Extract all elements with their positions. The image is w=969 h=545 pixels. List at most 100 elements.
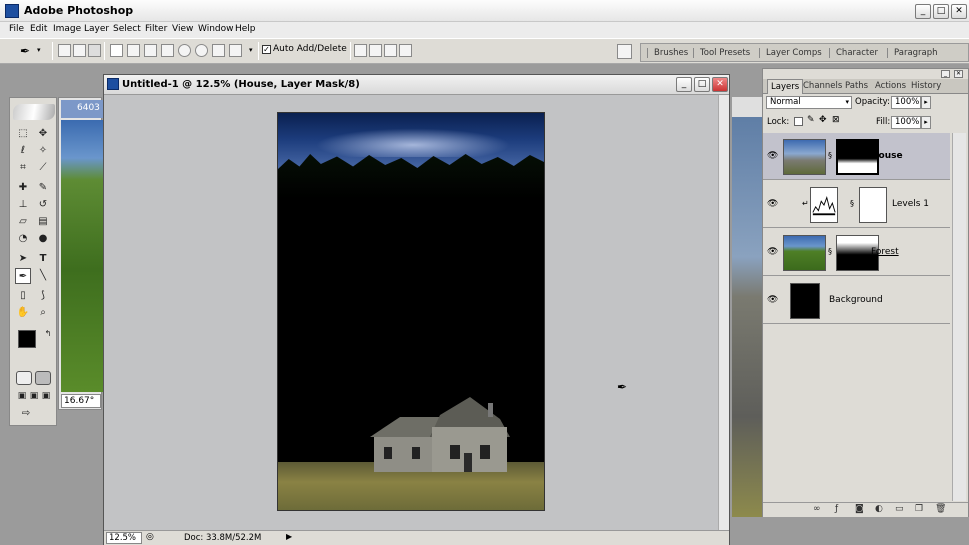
layer-name[interactable]: Background (829, 295, 883, 305)
pen-tool-preset-icon[interactable]: ✒ (20, 44, 30, 58)
layer-thumbnail[interactable] (783, 139, 826, 175)
quick-mask-icon[interactable] (35, 371, 51, 385)
foreground-color-swatch[interactable] (18, 330, 36, 348)
ellipse-tool-icon[interactable] (178, 44, 191, 57)
menu-file[interactable]: File (9, 24, 24, 34)
path-selection-icon[interactable]: ➤ (15, 251, 31, 267)
magic-wand-icon[interactable]: ✧ (35, 143, 51, 159)
well-tool-presets[interactable]: Tool Presets (693, 48, 750, 58)
lock-image-icon[interactable]: ✎ (807, 115, 815, 125)
checkbox-checked-icon[interactable]: ✓ (262, 45, 271, 54)
status-arrow-icon[interactable]: ▶ (286, 532, 292, 541)
adobe-feather-icon[interactable] (13, 104, 55, 120)
subtract-path-icon[interactable] (369, 44, 382, 57)
layer-row-forest[interactable]: 👁 § Forest (763, 229, 950, 276)
custom-shape-icon[interactable] (229, 44, 242, 57)
layer-thumbnail[interactable] (790, 283, 820, 319)
well-brushes[interactable]: Brushes (647, 48, 688, 58)
menu-help[interactable]: Help (235, 24, 256, 34)
doc-close-button[interactable]: ✕ (712, 77, 728, 92)
layer-name[interactable]: Levels 1 (892, 199, 929, 209)
exclude-path-icon[interactable] (399, 44, 412, 57)
tab-layers[interactable]: Layers (767, 79, 804, 94)
document-title-bar[interactable]: Untitled-1 @ 12.5% (House, Layer Mask/8)… (104, 75, 729, 95)
delete-layer-icon[interactable]: 🗑 (935, 504, 946, 514)
tab-channels[interactable]: Channels (803, 81, 842, 91)
history-brush-icon[interactable]: ↺ (35, 197, 51, 213)
new-layer-icon[interactable]: ❐ (915, 504, 923, 514)
well-paragraph[interactable]: Paragraph (887, 48, 938, 58)
menu-window[interactable]: Window (198, 24, 234, 34)
chain-link-icon[interactable]: § (828, 247, 832, 256)
fill-field[interactable]: 100% (891, 116, 921, 129)
rectangle-tool-icon[interactable] (144, 44, 157, 57)
healing-brush-icon[interactable]: ✚ (15, 180, 31, 196)
background-document-right[interactable] (732, 97, 762, 517)
document-zoom-field[interactable]: 12.5% (106, 532, 142, 544)
layer-name[interactable]: Forest (871, 247, 899, 257)
standard-mode-icon[interactable] (16, 371, 32, 385)
shape-layers-icon[interactable] (58, 44, 71, 57)
menu-image[interactable]: Image (53, 24, 81, 34)
eye-icon[interactable]: 👁 (767, 151, 779, 161)
close-button[interactable]: ✕ (951, 4, 967, 19)
freeform-pen-icon[interactable] (127, 44, 140, 57)
dodge-tool-icon[interactable]: ● (35, 231, 51, 247)
crop-tool-icon[interactable]: ⌗ (15, 160, 31, 176)
opacity-arrow-icon[interactable]: ▸ (921, 96, 931, 109)
background-document-title[interactable]: 6403 (61, 100, 103, 118)
opacity-field[interactable]: 100% (891, 96, 921, 109)
new-adjustment-icon[interactable]: ◐ (875, 504, 883, 514)
line-shape-icon[interactable]: ╲ (35, 268, 51, 284)
well-character[interactable]: Character (829, 48, 878, 58)
tab-actions[interactable]: Actions (875, 81, 906, 91)
clone-stamp-icon[interactable]: ⊥ (15, 197, 31, 213)
brush-tool-icon[interactable]: ✎ (35, 180, 51, 196)
notes-tool-icon[interactable]: ▯ (15, 288, 31, 304)
doc-minimize-button[interactable]: _ (676, 77, 692, 92)
auto-add-delete-checkbox[interactable]: ✓ Auto Add/Delete (262, 44, 347, 54)
lock-all-icon[interactable]: ⊠ (832, 115, 840, 125)
well-layer-comps[interactable]: Layer Comps (759, 48, 822, 58)
layer-mask-thumbnail[interactable] (859, 187, 887, 223)
layer-style-icon[interactable]: ƒ (835, 504, 838, 514)
shape-dropdown-icon[interactable]: ▾ (249, 46, 253, 54)
fill-arrow-icon[interactable]: ▸ (921, 116, 931, 129)
jump-to-imageready-icon[interactable]: ⇨ (18, 406, 34, 422)
menu-view[interactable]: View (172, 24, 193, 34)
tab-paths[interactable]: Paths (845, 81, 868, 91)
blur-tool-icon[interactable]: ◔ (15, 231, 31, 247)
chain-link-icon[interactable]: § (828, 151, 832, 160)
eye-icon[interactable]: 👁 (767, 199, 779, 209)
pen-tool-selected-icon[interactable]: ✒ (15, 268, 31, 284)
gradient-tool-icon[interactable]: ▤ (35, 214, 51, 230)
background-document-window[interactable]: 6403 16.67° (58, 97, 103, 410)
eye-icon[interactable]: 👁 (767, 295, 779, 305)
tab-history[interactable]: History (911, 81, 941, 91)
blend-mode-select[interactable]: Normal ▾ (766, 96, 852, 109)
background-document-zoom[interactable]: 16.67° (61, 394, 101, 408)
layers-scrollbar[interactable] (952, 133, 966, 501)
menu-select[interactable]: Select (113, 24, 141, 34)
add-to-path-icon[interactable] (354, 44, 367, 57)
polygon-tool-icon[interactable] (195, 44, 208, 57)
slice-tool-icon[interactable]: ⟋ (35, 160, 51, 176)
eyedropper-icon[interactable]: ⟆ (35, 288, 51, 304)
type-tool-icon[interactable]: T (35, 251, 51, 267)
chain-link-icon[interactable]: § (850, 199, 854, 208)
pen-tool-icon[interactable] (110, 44, 123, 57)
layer-name[interactable]: House (871, 151, 903, 161)
doc-maximize-button[interactable]: □ (694, 77, 710, 92)
blend-dropdown-icon[interactable]: ▾ (845, 97, 849, 108)
lock-transparency-icon[interactable] (794, 117, 803, 126)
screen-mode-full-icon[interactable]: ▣ (38, 388, 54, 404)
menu-filter[interactable]: Filter (145, 24, 167, 34)
layer-row-levels[interactable]: 👁 ↵ § Levels 1 (763, 181, 950, 228)
marquee-tool-icon[interactable]: ⬚ (15, 126, 31, 142)
eraser-tool-icon[interactable]: ▱ (15, 214, 31, 230)
layer-thumbnail[interactable] (783, 235, 826, 271)
rounded-rectangle-icon[interactable] (161, 44, 174, 57)
add-mask-icon[interactable]: ◙ (855, 504, 864, 514)
zoom-tool-icon[interactable]: ⌕ (35, 305, 51, 321)
lasso-tool-icon[interactable]: ℓ (15, 143, 31, 159)
